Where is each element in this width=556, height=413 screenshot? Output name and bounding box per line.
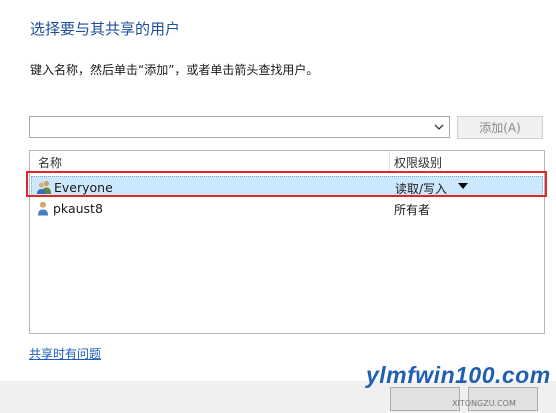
list-header: 名称 权限级别 — [30, 151, 544, 172]
add-button[interactable]: 添加(A) — [457, 116, 543, 139]
column-divider[interactable] — [389, 151, 390, 171]
row-user-name: Everyone — [54, 180, 113, 195]
chevron-down-icon[interactable] — [433, 120, 445, 134]
site-watermark-small: XITONGZU.COM — [452, 399, 516, 408]
share-button[interactable] — [390, 387, 460, 411]
triangle-down-icon[interactable] — [458, 183, 468, 189]
group-users-icon — [36, 179, 52, 195]
site-watermark: ylmfwin100.com — [366, 362, 551, 388]
instruction-text: 键入名称，然后单击“添加”，或者单击箭头查找用户。 — [30, 63, 319, 77]
row-user-name: pkaust8 — [53, 201, 103, 216]
user-permission-list: 名称 权限级别 Everyone 读取/写入 pkaust8 所有者 — [29, 150, 545, 334]
list-row-everyone[interactable]: Everyone 读取/写入 — [31, 176, 543, 196]
column-header-permission[interactable]: 权限级别 — [394, 154, 442, 171]
user-icon — [35, 200, 51, 216]
list-row-pkaust8[interactable]: pkaust8 所有者 — [31, 198, 543, 218]
dialog-title: 选择要与其共享的用户 — [30, 20, 181, 38]
column-header-name[interactable]: 名称 — [38, 154, 62, 171]
user-name-combobox[interactable] — [29, 116, 450, 138]
sharing-help-link[interactable]: 共享时有问题 — [29, 345, 101, 362]
row-permission-level: 所有者 — [394, 203, 431, 217]
row-permission-level[interactable]: 读取/写入 — [395, 180, 447, 197]
